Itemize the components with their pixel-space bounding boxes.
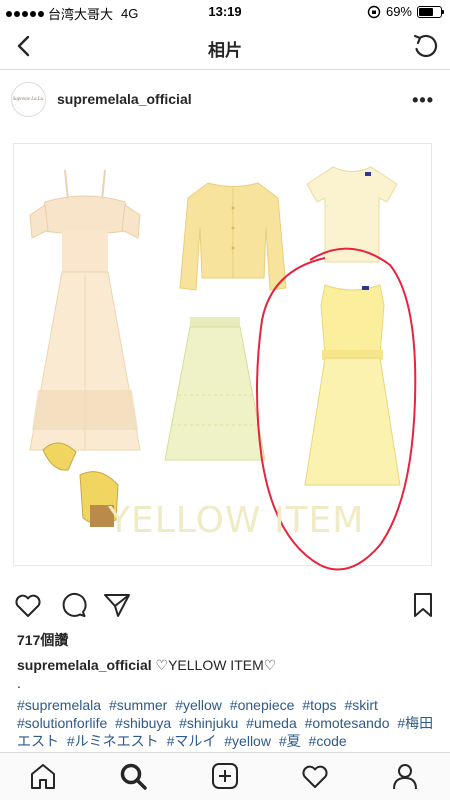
nav-bar: 相片 — [0, 22, 450, 70]
post-header: Supreme La.La. supremelala_official ••• — [0, 70, 450, 130]
avatar[interactable]: Supreme La.La. — [11, 82, 46, 117]
profile-icon[interactable] — [390, 761, 420, 791]
hashtag-link[interactable]: #supremelala — [17, 697, 101, 713]
hashtag-link[interactable]: #マルイ — [167, 733, 217, 749]
share-icon[interactable] — [102, 590, 132, 620]
long-dress-image — [29, 169, 141, 451]
page-title: 相片 — [208, 41, 242, 60]
hashtag-link[interactable]: #solutionforlife — [17, 715, 107, 731]
hashtag-link[interactable]: #tops — [302, 697, 336, 713]
hashtag-link[interactable]: #夏 — [279, 733, 301, 749]
caption-dot: . — [17, 675, 21, 691]
hashtag-link[interactable]: #omotesando — [305, 715, 390, 731]
caption-text: ♡YELLOW ITEM♡ — [155, 657, 277, 673]
likes-count[interactable]: 717個讚 — [17, 630, 68, 650]
bookmark-icon[interactable] — [408, 590, 438, 620]
hashtag-link[interactable]: #onepiece — [230, 697, 295, 713]
post-actions — [0, 582, 450, 626]
more-horizontal-icon[interactable]: ••• — [412, 90, 434, 111]
hashtag-link[interactable]: #skirt — [344, 697, 377, 713]
hashtag-link[interactable]: #umeda — [246, 715, 297, 731]
hashtag-link[interactable]: #shibuya — [115, 715, 171, 731]
comment-icon[interactable] — [58, 590, 88, 620]
new-post-icon[interactable] — [210, 761, 240, 791]
orientation-lock-icon — [367, 5, 381, 18]
search-icon[interactable] — [118, 761, 148, 791]
post-username[interactable]: supremelala_official — [57, 91, 192, 107]
hashtag-link[interactable]: #code — [309, 733, 347, 749]
status-right: 69% — [367, 4, 444, 19]
heart-icon[interactable] — [13, 590, 43, 620]
hashtag-list: #supremelala #summer #yellow #onepiece #… — [17, 696, 442, 750]
battery-fill — [419, 7, 434, 16]
activity-heart-icon[interactable] — [300, 761, 330, 791]
hashtag-link[interactable]: #summer — [109, 697, 167, 713]
hashtag-link[interactable]: #yellow — [224, 733, 271, 749]
post-caption: supremelala_official ♡YELLOW ITEM♡ — [17, 656, 437, 674]
battery-percent: 69% — [385, 4, 412, 19]
battery-icon — [417, 5, 444, 18]
refresh-icon[interactable] — [410, 32, 440, 60]
home-icon[interactable] — [28, 761, 58, 791]
hashtag-link[interactable]: #ルミネエスト — [67, 733, 159, 749]
image-caption-text: YELLOW ITEM — [108, 500, 365, 541]
hashtag-link[interactable]: #shinjuku — [179, 715, 238, 731]
avatar-logo: Supreme La.La. — [12, 97, 45, 102]
tab-bar — [0, 752, 450, 800]
caption-username[interactable]: supremelala_official — [17, 657, 152, 673]
status-bar: 台湾大哥大 4G 13:19 69% — [0, 0, 450, 22]
hashtag-link[interactable]: #yellow — [175, 697, 222, 713]
post-photo[interactable]: YELLOW ITEM — [0, 130, 450, 580]
